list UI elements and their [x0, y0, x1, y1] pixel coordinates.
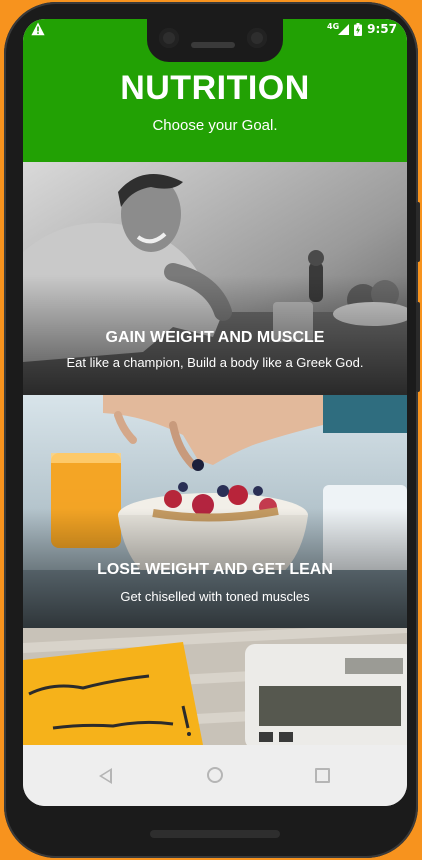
page-title: NUTRITION: [120, 69, 310, 107]
bottom-speaker: [150, 830, 280, 838]
earpiece-speaker: [191, 42, 235, 48]
signal-icon: [338, 23, 350, 35]
home-icon[interactable]: [207, 767, 223, 783]
card-subtitle: Eat like a champion, Build a body like a…: [66, 355, 364, 370]
front-camera: [159, 28, 179, 48]
recents-icon[interactable]: [315, 768, 330, 783]
counting-calories-image: [23, 628, 407, 745]
volume-button: [416, 302, 420, 392]
card-subtitle: Get chiselled with toned muscles: [120, 589, 310, 604]
front-camera: [247, 28, 267, 48]
goal-card-lose-weight[interactable]: LOSE WEIGHT AND GET LEAN Get chiselled w…: [23, 395, 407, 628]
warning-icon: [31, 22, 45, 36]
clock: 9:57: [367, 22, 397, 36]
status-icons: 4G 9:57: [327, 22, 397, 37]
back-icon[interactable]: [99, 768, 112, 784]
phone-frame: NUTRITION Choose your Goal. 4G 9:57 GAIN…: [4, 2, 420, 858]
battery-icon: [354, 22, 363, 36]
page-subtitle: Choose your Goal.: [152, 117, 278, 134]
system-nav-bar: [23, 745, 407, 806]
goal-card-counting-calories[interactable]: [23, 628, 407, 745]
power-button: [416, 202, 420, 262]
card-title: GAIN WEIGHT AND MUSCLE: [105, 329, 325, 346]
card-title: LOSE WEIGHT AND GET LEAN: [97, 561, 333, 578]
goal-card-gain-weight[interactable]: GAIN WEIGHT AND MUSCLE Eat like a champi…: [23, 162, 407, 395]
app-screen: NUTRITION Choose your Goal. 4G 9:57 GAIN…: [23, 19, 407, 806]
camera-notch: [147, 16, 283, 62]
